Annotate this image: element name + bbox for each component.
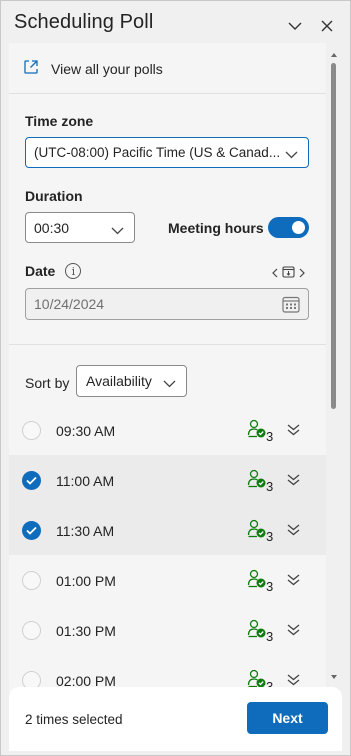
date-label: Date xyxy=(25,263,56,279)
pane-title: Scheduling Poll xyxy=(14,10,154,33)
view-all-polls-link[interactable]: View all your polls xyxy=(23,59,163,78)
time-slot-list: 09:30 AM 3 11:00 AM 3 11:30 AM 3 01:00 PM 3 01:3… xyxy=(9,405,326,693)
scheduling-poll-pane: Scheduling Poll View all your polls Time… xyxy=(0,0,351,756)
availability-indicator: 3 xyxy=(247,519,273,544)
scroll-thumb[interactable] xyxy=(331,63,336,409)
time-zone-dropdown[interactable]: (UTC-08:00) Pacific Time (US & Canad... xyxy=(25,137,309,168)
available-count: 3 xyxy=(266,529,274,544)
info-icon[interactable]: i xyxy=(65,263,82,279)
meeting-hours-toggle[interactable] xyxy=(268,217,309,238)
time-slot-row[interactable]: 11:00 AM 3 xyxy=(9,455,326,505)
time-slot-label: 11:00 AM xyxy=(56,473,115,489)
date-value: 10/24/2024 xyxy=(34,296,105,312)
checked-checkbox-icon[interactable] xyxy=(22,521,41,540)
divider xyxy=(9,93,326,94)
availability-indicator: 3 xyxy=(247,419,273,444)
scrollbar[interactable] xyxy=(330,49,338,689)
meeting-hours-label: Meeting hours xyxy=(168,220,264,236)
time-zone-value: (UTC-08:00) Pacific Time (US & Canad... xyxy=(34,145,281,160)
chevron-down-icon xyxy=(285,147,298,162)
time-slot-row[interactable]: 01:30 PM 3 xyxy=(9,605,326,655)
time-slot-label: 09:30 AM xyxy=(56,423,116,439)
scroll-down-arrow-icon[interactable] xyxy=(331,675,337,679)
unchecked-checkbox[interactable] xyxy=(22,421,41,440)
unchecked-checkbox[interactable] xyxy=(22,621,41,640)
time-slot-label: 01:30 PM xyxy=(56,623,116,639)
sort-by-label: Sort by xyxy=(25,375,70,391)
pane-header: Scheduling Poll xyxy=(1,1,351,43)
duration-value: 00:30 xyxy=(34,219,70,236)
footer-bar: 2 times selected Next xyxy=(9,687,342,751)
calendar-icon[interactable] xyxy=(282,296,300,316)
poll-settings-panel: View all your polls Time zone (UTC-08:00… xyxy=(9,43,326,693)
attendee-available-icon xyxy=(247,619,267,644)
time-slot-row[interactable]: 09:30 AM 3 xyxy=(9,405,326,455)
availability-indicator: 3 xyxy=(247,619,273,644)
selected-count-text: 2 times selected xyxy=(25,712,123,727)
time-slot-row[interactable]: 01:00 PM 3 xyxy=(9,555,326,605)
availability-indicator: 3 xyxy=(247,569,273,594)
close-icon[interactable] xyxy=(317,16,337,36)
previous-day-icon[interactable] xyxy=(272,265,278,283)
sort-by-value: Availability xyxy=(86,373,152,389)
open-external-icon xyxy=(23,59,39,78)
view-all-polls-label: View all your polls xyxy=(51,60,163,77)
checked-checkbox-icon[interactable] xyxy=(22,471,41,490)
attendee-available-icon xyxy=(247,569,267,594)
expand-double-chevron-icon[interactable] xyxy=(287,523,300,541)
time-slot-row[interactable]: 11:30 AM 3 xyxy=(9,505,326,555)
unchecked-checkbox[interactable] xyxy=(22,571,41,590)
chevron-down-icon xyxy=(163,375,176,391)
chevron-down-icon xyxy=(111,222,124,238)
attendee-available-icon xyxy=(247,419,267,444)
next-day-icon[interactable] xyxy=(299,265,305,283)
date-field[interactable]: 10/24/2024 xyxy=(25,288,309,320)
available-count: 3 xyxy=(266,629,274,644)
today-icon[interactable] xyxy=(282,265,295,283)
next-button[interactable]: Next xyxy=(247,702,328,734)
time-slot-label: 11:30 AM xyxy=(56,523,115,539)
expand-double-chevron-icon[interactable] xyxy=(287,473,300,491)
divider xyxy=(9,344,326,345)
time-zone-label: Time zone xyxy=(25,113,94,129)
scroll-up-arrow-icon[interactable] xyxy=(331,53,337,57)
duration-label: Duration xyxy=(25,188,83,204)
time-slot-label: 01:00 PM xyxy=(56,573,116,589)
expand-double-chevron-icon[interactable] xyxy=(287,423,300,441)
duration-dropdown[interactable]: 00:30 xyxy=(25,212,135,243)
toggle-knob xyxy=(292,221,305,234)
availability-indicator: 3 xyxy=(247,469,273,494)
expand-double-chevron-icon[interactable] xyxy=(287,573,300,591)
attendee-available-icon xyxy=(247,469,267,494)
available-count: 3 xyxy=(266,579,274,594)
available-count: 3 xyxy=(266,479,274,494)
date-label-group: Date i xyxy=(25,263,82,279)
sort-by-dropdown[interactable]: Availability xyxy=(76,365,187,397)
expand-double-chevron-icon[interactable] xyxy=(287,623,300,641)
collapse-chevron-icon[interactable] xyxy=(285,16,305,36)
date-navigation xyxy=(272,265,305,283)
attendee-available-icon xyxy=(247,519,267,544)
available-count: 3 xyxy=(266,429,274,444)
